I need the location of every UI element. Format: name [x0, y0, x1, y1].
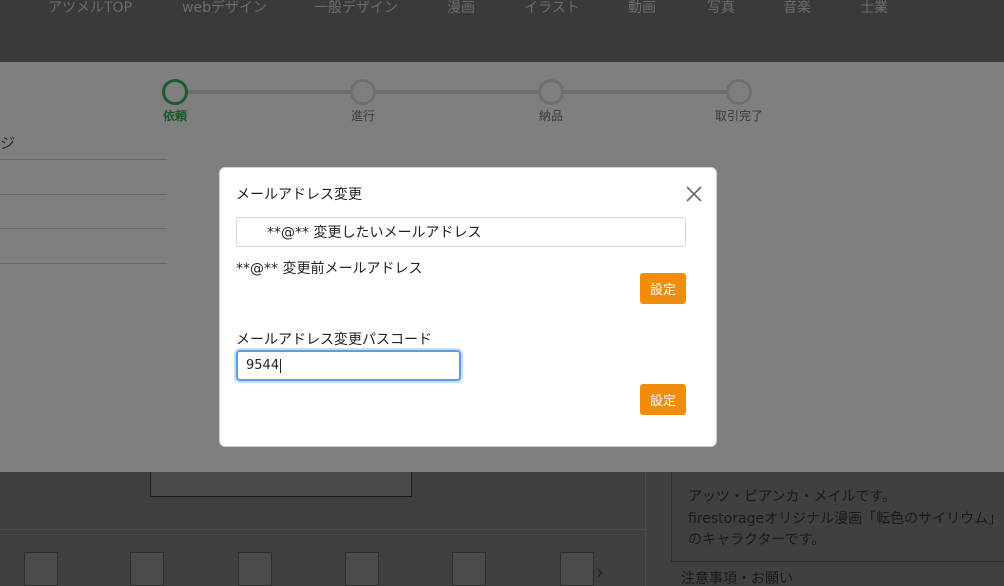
step-circle-progress	[350, 79, 376, 105]
sidebar-divider	[0, 194, 167, 195]
step-label-delivery: 納品	[538, 109, 563, 123]
comic-thumbnail[interactable]	[560, 552, 594, 586]
progress-track	[188, 90, 739, 94]
info-line: のキャラクターです。	[688, 532, 826, 548]
comic-image	[150, 472, 412, 497]
step-label-progress: 進行	[350, 109, 375, 123]
nav-item-top[interactable]: アツメルTOP	[48, 0, 132, 17]
text-caret	[280, 358, 282, 373]
set-email-button[interactable]: 設定	[640, 273, 686, 304]
sidebar-heading: ジ	[0, 134, 16, 152]
current-email: **@** 変更前メールアドレス	[236, 261, 423, 277]
step-label-complete: 取引完了	[714, 109, 763, 123]
passcode-field[interactable]: 9544	[236, 350, 461, 381]
nav-item-video[interactable]: 動画	[628, 0, 656, 17]
info-line: アッツ・ビアンカ・メイルです。	[688, 489, 897, 505]
comic-thumbnail[interactable]	[24, 552, 58, 586]
top-navigation: アツメルTOP webデザイン 一般デザイン 漫画 イラスト 動画 写真 音楽 …	[0, 0, 1004, 62]
notes-heading: 注意事項・お願い	[681, 571, 793, 586]
sidebar-divider	[0, 228, 167, 229]
nav-item-music[interactable]: 音楽	[783, 0, 811, 17]
set-passcode-button[interactable]: 設定	[640, 384, 686, 415]
nav-item-manga[interactable]: 漫画	[447, 0, 475, 17]
divider	[0, 529, 645, 530]
comic-thumbnail[interactable]	[345, 552, 379, 586]
comic-thumbnail[interactable]	[452, 552, 486, 586]
new-email-field[interactable]: **@** 変更したいメールアドレス	[236, 217, 686, 247]
sidebar-divider	[0, 159, 167, 160]
comic-thumbnail[interactable]	[238, 552, 272, 586]
nav-item-professional[interactable]: 士業	[860, 0, 888, 17]
sidebar-divider	[0, 263, 167, 264]
step-circle-request	[162, 79, 188, 105]
info-line: firestorageオリジナル漫画「転色のサイリウム」	[688, 511, 1003, 527]
email-change-modal: メールアドレス変更 **@** 変更したいメールアドレス **@** 変更前メー…	[219, 167, 717, 447]
new-email-value: **@** 変更したいメールアドレス	[267, 225, 482, 241]
step-label-request: 依頼	[162, 109, 187, 123]
step-circle-complete	[726, 79, 752, 105]
nav-item-general-design[interactable]: 一般デザイン	[314, 0, 398, 17]
passcode-value: 9544	[246, 358, 280, 373]
divider	[645, 472, 646, 586]
chevron-right-icon[interactable]: ›	[596, 560, 604, 584]
passcode-label: メールアドレス変更パスコード	[236, 332, 432, 348]
close-icon	[686, 186, 702, 202]
nav-item-web-design[interactable]: webデザイン	[182, 0, 267, 17]
close-button[interactable]	[684, 184, 704, 204]
modal-title: メールアドレス変更	[236, 187, 362, 203]
nav-item-photo[interactable]: 写真	[707, 0, 735, 17]
step-circle-delivery	[538, 79, 564, 105]
nav-item-illustration[interactable]: イラスト	[524, 0, 580, 17]
comic-thumbnail[interactable]	[130, 552, 164, 586]
